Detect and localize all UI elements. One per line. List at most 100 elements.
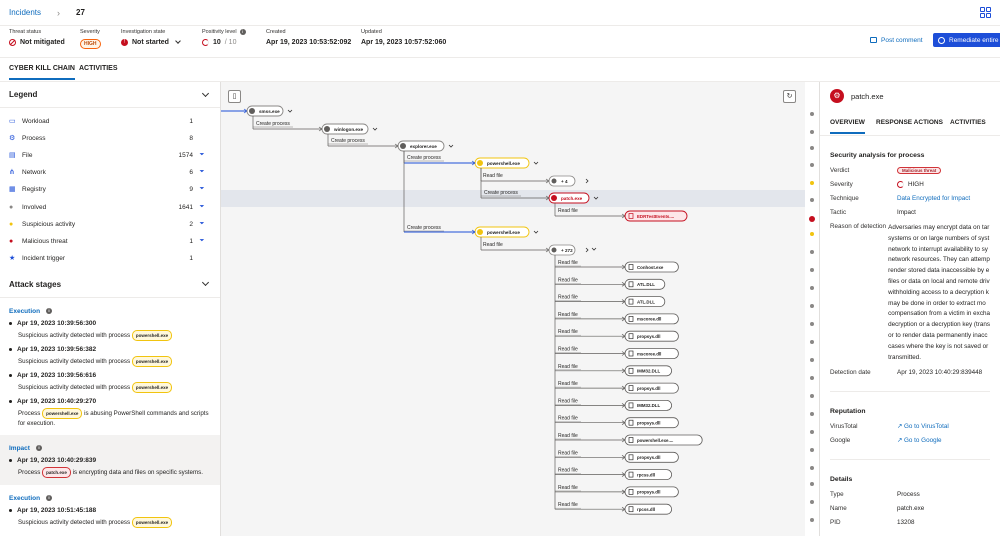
timeline-marker[interactable]	[810, 268, 814, 272]
stage-event[interactable]: Apr 19, 2023 10:39:56:616 Suspicious acti…	[9, 372, 211, 393]
legend-list: ▭ Workload 1 ⚙ Process 8 ▤ File 1574 ⏷ ⋔ Network 6 ⏷ ▦…	[0, 108, 220, 272]
legend-item-count: 1641	[178, 203, 193, 211]
process-icon	[477, 229, 483, 235]
stage-name[interactable]: Impact	[9, 445, 30, 452]
event-time: Apr 19, 2023 10:40:29:270	[17, 397, 97, 405]
timeline-marker[interactable]	[810, 286, 814, 290]
info-icon[interactable]: i	[46, 495, 53, 502]
process-pill[interactable]: powershell.exe	[42, 407, 83, 419]
event-text-post: is encrypting data and files on specific…	[72, 468, 203, 476]
info-icon[interactable]: i	[35, 445, 42, 452]
timeline-marker[interactable]	[810, 130, 814, 134]
legend-item: ⋔ Network 6 ⏷	[0, 164, 220, 181]
filter-icon[interactable]: ⏷	[193, 238, 211, 245]
timeline-marker[interactable]	[810, 340, 814, 344]
virustotal-link[interactable]: ↗ Go to VirusTotal	[897, 423, 990, 430]
event-time: Apr 19, 2023 10:39:56:382	[17, 345, 97, 353]
attack-stage-group: Impact i Apr 19, 2023 10:40:29:839 Process …	[0, 434, 220, 485]
chevron-down-icon[interactable]	[287, 109, 293, 113]
legend-item-label: Incident trigger	[22, 254, 65, 262]
tab-response-actions[interactable]: RESPONSE ACTIONS	[876, 119, 943, 126]
process-pill[interactable]: powershell.exe	[131, 355, 173, 367]
stage-event[interactable]: Apr 19, 2023 10:40:29:839 Process patch.e…	[9, 457, 211, 478]
details-title: patch.exe	[851, 91, 884, 101]
updated-label: Updated	[361, 29, 382, 35]
technique-link[interactable]: Data Encrypted for Impact	[897, 195, 990, 202]
event-time: Apr 19, 2023 10:51:45:188	[17, 506, 97, 514]
grid-view-icon[interactable]	[980, 7, 991, 18]
timeline-marker[interactable]	[810, 112, 814, 116]
timeline-marker[interactable]	[810, 163, 814, 167]
stage-event[interactable]: Apr 19, 2023 10:40:29:270 Process powersh…	[9, 398, 211, 428]
stage-event[interactable]: Apr 19, 2023 10:51:45:188 Suspicious acti…	[9, 507, 211, 528]
timeline-marker[interactable]	[810, 412, 814, 416]
chevron-down-icon[interactable]	[448, 144, 454, 148]
timeline-marker[interactable]	[810, 198, 814, 202]
timeline-marker[interactable]	[810, 322, 814, 326]
timeline-marker[interactable]	[810, 430, 814, 434]
filter-icon[interactable]: ⏷	[193, 221, 211, 228]
timeline-rail	[805, 82, 820, 536]
severity-value: HIGH	[908, 181, 924, 188]
timeline-marker[interactable]	[810, 250, 814, 254]
stage-name[interactable]: Execution	[9, 495, 40, 502]
chevron-right-icon[interactable]	[585, 247, 589, 253]
timeline-marker[interactable]	[810, 466, 814, 470]
timeline-marker[interactable]	[810, 448, 814, 452]
filter-icon[interactable]: ⏷	[193, 169, 211, 176]
info-icon[interactable]: i	[239, 29, 246, 35]
registry-icon: ▦	[9, 186, 16, 194]
legend-item-count: 8	[189, 135, 193, 143]
event-text: Process	[18, 409, 41, 417]
reason-line: cases where the key is not saved or	[888, 342, 989, 350]
investigation-state-dropdown[interactable]: ! Not started	[121, 38, 181, 46]
filter-icon[interactable]: ⏷	[193, 204, 211, 211]
process-pill[interactable]: powershell.exe	[131, 329, 173, 341]
post-comment-button[interactable]: Post comment	[870, 33, 923, 47]
timeline-marker[interactable]	[810, 518, 814, 522]
timeline-marker[interactable]	[810, 394, 814, 398]
edge-label: Read file	[483, 173, 503, 179]
process-node-label: winlogon.exe	[333, 127, 364, 132]
chevron-down-icon[interactable]	[372, 127, 378, 131]
chevron-down-icon[interactable]	[533, 161, 539, 165]
timeline-marker[interactable]	[810, 500, 814, 504]
info-icon[interactable]: i	[46, 308, 53, 315]
stage-event[interactable]: Apr 19, 2023 10:39:56:382 Suspicious acti…	[9, 346, 211, 367]
breadcrumb-incidents-link[interactable]: Incidents	[9, 8, 41, 17]
timeline-marker[interactable]	[810, 482, 814, 486]
timeline-marker[interactable]	[810, 232, 814, 236]
legend-header[interactable]: Legend	[0, 82, 220, 108]
timeline-marker[interactable]	[810, 358, 814, 362]
attack-stages-header[interactable]: Attack stages	[0, 272, 220, 298]
google-link[interactable]: ↗ Go to Google	[897, 437, 990, 444]
timeline-marker[interactable]	[809, 216, 815, 222]
toggle-sidebar-icon[interactable]: ▯	[228, 90, 241, 103]
tab-overview[interactable]: OVERVIEW	[830, 119, 865, 134]
filter-icon[interactable]: ⏷	[193, 186, 211, 193]
remediate-button[interactable]: Remediate entire	[933, 33, 1000, 47]
timeline-marker[interactable]	[810, 376, 814, 380]
process-pill[interactable]: patch.exe	[42, 466, 71, 478]
timeline-marker[interactable]	[810, 304, 814, 308]
legend-item-count: 1	[189, 118, 193, 126]
file-node-label: rpcss.dll	[637, 472, 655, 477]
tab-cyber-kill-chain[interactable]: CYBER KILL CHAIN	[9, 65, 75, 80]
refresh-icon[interactable]: ↻	[783, 90, 796, 103]
security-analysis-section: Security analysis for process Verdict Mal…	[820, 152, 1000, 533]
chevron-down-icon[interactable]	[533, 230, 539, 234]
timeline-marker[interactable]	[810, 146, 814, 150]
chevron-right-icon[interactable]	[585, 178, 589, 184]
legend-title: Legend	[9, 90, 38, 99]
tab-activities[interactable]: ACTIVITIES	[79, 65, 118, 72]
process-pill[interactable]: powershell.exe	[131, 516, 173, 528]
chevron-down-icon[interactable]	[591, 247, 597, 251]
process-pill[interactable]: powershell.exe	[131, 381, 173, 393]
timeline-marker[interactable]	[810, 181, 814, 185]
kill-chain-graph[interactable]: ▯ ↻ smss.exe winlogon.exe explorer.exe powe…	[221, 82, 805, 536]
incident-meta-bar: Threat status Not mitigated Severity HIG…	[0, 26, 1000, 58]
stage-event[interactable]: Apr 19, 2023 10:39:56:300 Suspicious acti…	[9, 320, 211, 341]
filter-icon[interactable]: ⏷	[193, 152, 211, 159]
tab-detail-activities[interactable]: ACTIVITIES	[950, 119, 986, 126]
stage-name[interactable]: Execution	[9, 308, 40, 315]
